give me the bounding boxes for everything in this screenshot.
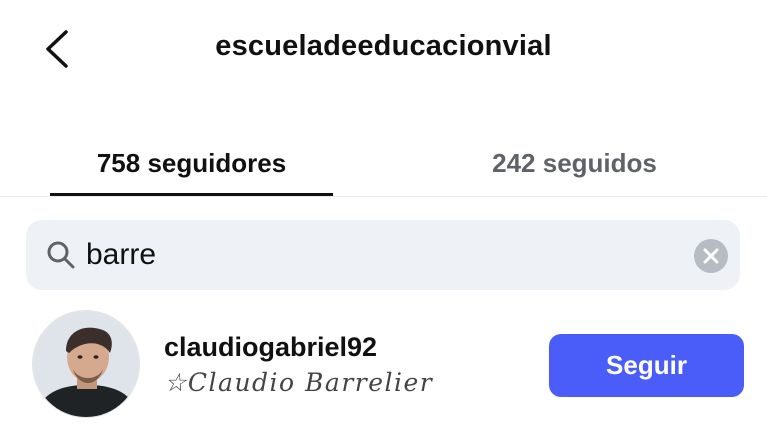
follow-button[interactable]: Seguir (549, 334, 744, 397)
full-name: ☆Claudio Barrelier (164, 368, 434, 397)
username[interactable]: claudiogabriel92 (164, 332, 377, 363)
clear-icon (703, 248, 719, 264)
tab-bar: 758 seguidores 242 seguidos (0, 130, 767, 198)
clear-search-button[interactable] (694, 239, 728, 273)
header-bar: escueladeeducacionvial (0, 0, 767, 100)
page-title: escueladeeducacionvial (215, 30, 552, 62)
tab-divider (0, 196, 767, 197)
tab-followers[interactable]: 758 seguidores (50, 130, 333, 196)
search-icon (44, 238, 78, 272)
avatar[interactable] (32, 310, 140, 418)
search-input[interactable] (86, 230, 676, 280)
tab-following[interactable]: 242 seguidos (433, 130, 716, 196)
